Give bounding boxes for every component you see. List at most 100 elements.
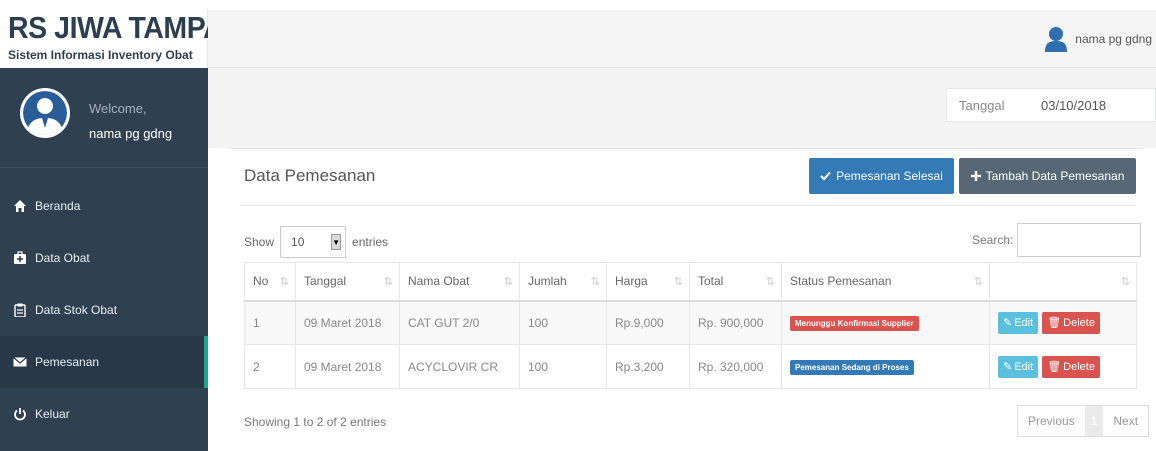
pagination-previous[interactable]: Previous (1018, 406, 1085, 436)
column-header-no[interactable]: No ⇅ (244, 262, 296, 302)
table-row: 2 09 Maret 2018 ACYCLOVIR CR 100 Rp.3,20… (244, 344, 1137, 389)
cell-harga: Rp.3,200 (606, 344, 690, 389)
cell-jumlah: 100 (519, 344, 607, 389)
brand-title: RS JIWA TAMPAN (8, 10, 244, 45)
add-order-label: Tambah Data Pemesanan (985, 169, 1125, 183)
sidebar-item-data-stok-obat[interactable]: Data Stok Obat (0, 284, 208, 336)
sidebar-item-label: Data Obat (35, 251, 90, 265)
column-header-nama-obat[interactable]: Nama Obat ⇅ (399, 262, 520, 302)
sort-icon: ⇅ (1120, 276, 1130, 288)
entries-length-control: Show 10 ▼ entries (244, 226, 388, 258)
edit-icon: ✎ (1003, 361, 1013, 373)
pagination-page-current[interactable]: 1 (1084, 406, 1104, 436)
sidebar-item-beranda[interactable]: Beranda (0, 180, 208, 232)
sort-icon: ⇅ (383, 276, 393, 288)
profile-section: Welcome, nama pg gdng (0, 68, 208, 168)
cell-no: 2 (244, 344, 296, 389)
sort-icon: ⇅ (973, 276, 983, 288)
column-header-jumlah[interactable]: Jumlah ⇅ (519, 262, 607, 302)
edit-icon: ✎ (1003, 317, 1013, 330)
cell-tanggal: 09 Maret 2018 (295, 344, 400, 389)
orders-done-label: Pemesanan Selesai (836, 169, 943, 183)
search-control: Search: (972, 223, 1142, 257)
sort-icon: ⇅ (503, 276, 513, 288)
add-order-button[interactable]: Tambah Data Pemesanan (959, 158, 1136, 194)
column-header-status[interactable]: Status Pemesanan ⇅ (781, 262, 990, 302)
sidebar-item-label: Data Stok Obat (35, 303, 118, 317)
column-header-total[interactable]: Total ⇅ (689, 262, 782, 302)
pagination-next[interactable]: Next (1103, 406, 1148, 436)
entries-select[interactable]: 10 ▼ (280, 226, 347, 258)
cell-status: Menunggu Konfirmasi Supplier (781, 300, 990, 345)
sidebar-item-label: Pemesanan (35, 355, 100, 369)
status-badge: Menunggu Konfirmasi Supplier (790, 315, 919, 331)
search-input[interactable] (1017, 223, 1142, 257)
status-badge: Pemesanan Sedang di Proses (790, 359, 914, 375)
column-header-label: Status Pemesanan (790, 274, 892, 289)
envelope-icon (13, 357, 27, 367)
date-display: Tanggal 03/10/2018 (946, 88, 1156, 122)
cell-actions: ✎ Edit 🗑 Delete (989, 300, 1137, 345)
power-icon (14, 408, 26, 421)
sidebar-item-keluar[interactable]: Keluar (0, 388, 208, 440)
show-label: Show (244, 235, 275, 249)
edit-button[interactable]: ✎ Edit (998, 355, 1039, 378)
table-info: Showing 1 to 2 of 2 entries (244, 415, 387, 429)
trash-icon: 🗑 (1047, 361, 1062, 373)
profile-name: nama pg gdng (89, 126, 173, 141)
sidebar-item-label: Keluar (35, 407, 70, 421)
plus-icon (970, 171, 981, 181)
home-icon (14, 200, 26, 212)
entries-label: entries (352, 235, 389, 249)
column-header-label: Harga (615, 274, 648, 289)
table-row: 1 09 Maret 2018 CAT GUT 2/0 100 Rp.9,000… (244, 300, 1137, 345)
cell-tanggal: 09 Maret 2018 (295, 300, 400, 345)
orders-table: No ⇅ Tanggal ⇅ Nama Obat ⇅ Jumlah ⇅ Harga ⇅ T… (244, 262, 1137, 389)
top-user-name: nama pg gdng (1075, 32, 1152, 46)
topbar: nama pg gdng (208, 10, 1156, 68)
cell-total: Rp. 320,000 (689, 344, 782, 389)
chevron-down-icon: ▼ (331, 234, 342, 250)
delete-label: Delete (1063, 316, 1095, 329)
orders-done-button[interactable]: Pemesanan Selesai (809, 158, 954, 194)
cell-status: Pemesanan Sedang di Proses (781, 344, 990, 389)
column-header-tanggal[interactable]: Tanggal ⇅ (295, 262, 400, 302)
delete-button[interactable]: 🗑 Delete (1042, 311, 1100, 334)
top-user-menu[interactable]: nama pg gdng (1045, 26, 1152, 52)
cell-nama-obat: ACYCLOVIR CR (399, 344, 520, 389)
sidebar-item-data-obat[interactable]: Data Obat (0, 232, 208, 284)
column-header-harga[interactable]: Harga ⇅ (606, 262, 690, 302)
medkit-icon (14, 251, 26, 264)
user-icon (1045, 27, 1068, 52)
column-header-label: Jumlah (528, 274, 567, 289)
sidebar-item-label: Beranda (35, 199, 81, 213)
cell-actions: ✎ Edit 🗑 Delete (989, 344, 1137, 389)
cell-jumlah: 100 (519, 300, 607, 345)
sort-icon: ⇅ (590, 276, 600, 288)
edit-label: Edit (1014, 360, 1034, 373)
trash-icon: 🗑 (1047, 317, 1062, 330)
column-header-label: Tanggal (304, 274, 347, 289)
edit-label: Edit (1014, 316, 1034, 329)
brand: RS JIWA TAMPAN Sistem Informasi Inventor… (0, 10, 244, 68)
edit-button[interactable]: ✎ Edit (998, 311, 1039, 334)
avatar (20, 88, 70, 138)
cell-no: 1 (244, 300, 296, 345)
column-header-label: No (253, 274, 269, 289)
cell-harga: Rp.9,000 (606, 300, 690, 345)
date-bar: Tanggal 03/10/2018 (208, 68, 1156, 148)
orders-panel: Data Pemesanan Pemesanan Selesai Tambah … (228, 148, 1150, 451)
clipboard-icon (14, 303, 26, 317)
delete-button[interactable]: 🗑 Delete (1042, 355, 1100, 378)
brand-subtitle: Sistem Informasi Inventory Obat (8, 48, 193, 62)
sidebar-item-pemesanan[interactable]: Pemesanan (0, 336, 208, 388)
app: RS JIWA TAMPAN Sistem Informasi Inventor… (0, 0, 1156, 451)
sidebar-nav: Beranda Data Obat Data Stok Obat Pemesan… (0, 180, 208, 440)
sort-icon: ⇅ (765, 276, 775, 288)
divider (240, 205, 1136, 206)
panel-title: Data Pemesanan (244, 166, 376, 185)
delete-label: Delete (1063, 360, 1095, 373)
column-header-actions[interactable]: ⇅ (989, 262, 1137, 302)
cell-total: Rp. 900,000 (689, 300, 782, 345)
entries-value: 10 (291, 235, 305, 249)
